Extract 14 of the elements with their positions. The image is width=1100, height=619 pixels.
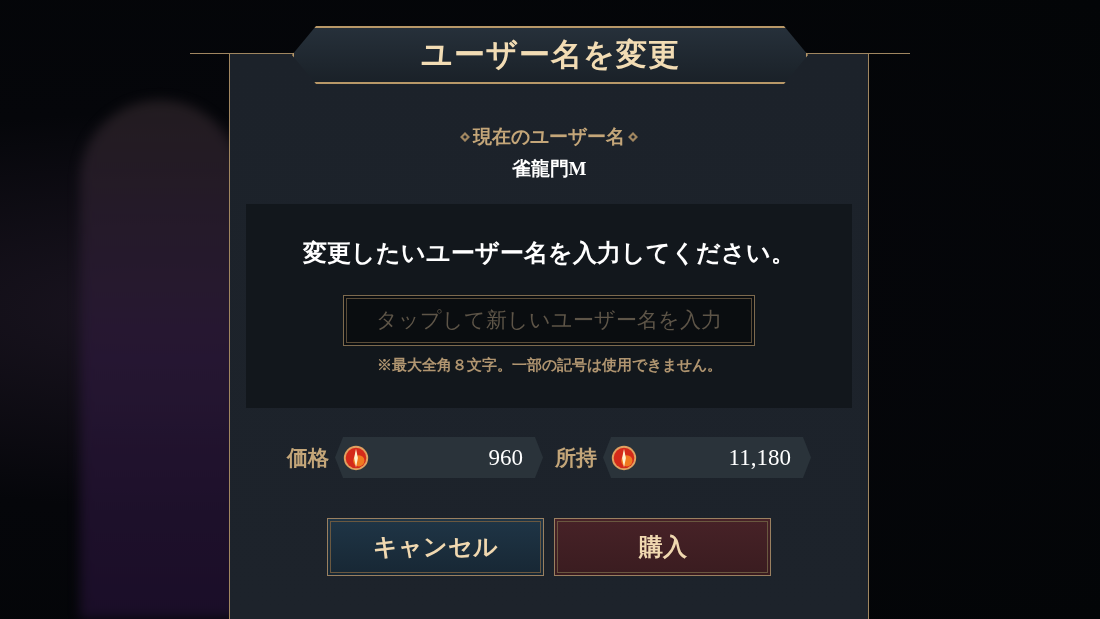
current-username: 雀龍門M (511, 157, 587, 181)
instruction-text: 変更したいユーザー名を入力してください。 (303, 239, 795, 268)
amount-display: 960 (335, 437, 543, 478)
amount-label: 所持 (555, 444, 597, 472)
diamond-ornament-icon (459, 131, 471, 143)
buy-button[interactable]: 購入 (554, 518, 771, 576)
amount-label: 価格 (287, 444, 329, 472)
cancel-button[interactable]: キャンセル (327, 518, 544, 576)
username-input-field[interactable]: タップして新しいユーザー名を入力 (343, 295, 755, 346)
amount-display: 11,180 (603, 437, 811, 478)
note-text: ※最大全角８文字。一部の記号は使用できません。 (376, 356, 722, 375)
dialog-title: ユーザー名を変更 (420, 36, 680, 74)
current-name-label: 現在のユーザー名 (473, 125, 625, 149)
diamond-ornament-icon (627, 131, 639, 143)
